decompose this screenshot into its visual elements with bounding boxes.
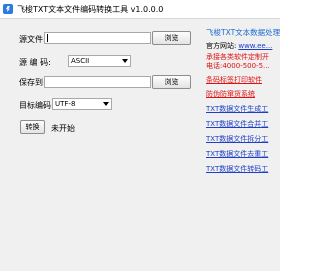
window-title: 飞梭TXT文本文件编码转换工具 v1.0.0.0 (17, 4, 164, 14)
app-window: 飞梭TXT文本文件编码转换工具 v1.0.0.0 源文件: 浏览 源 编 码: … (0, 0, 280, 271)
link-anti-counterfeit-system[interactable]: 防伪防窜货系统 (206, 89, 255, 99)
target-encoding-select[interactable]: UTF-8 (52, 98, 112, 110)
website-prefix: 官方网站: (206, 42, 237, 50)
convert-button[interactable]: 转换 (20, 120, 45, 134)
title-bar: 飞梭TXT文本文件编码转换工具 v1.0.0.0 (0, 0, 280, 18)
link-txt-merge-tool[interactable]: TXT数据文件合并工 (206, 119, 268, 129)
source-encoding-label: 源 编 码: (19, 58, 51, 67)
target-encoding-label: 目标编码: (19, 101, 54, 110)
promo-line-2: 电话:4000-500-5... (206, 62, 270, 70)
website-link[interactable]: www.ee... (238, 42, 272, 50)
side-panel: 飞梭TXT文本数据处理器 官方网站: www.ee... 承接各类软件定制开 电话… (202, 19, 280, 271)
side-header: 飞梭TXT文本数据处理器 (206, 28, 280, 37)
link-txt-dedupe-tool[interactable]: TXT数据文件去重工 (206, 149, 268, 159)
link-txt-transcode-tool[interactable]: TXT数据文件转码工 (206, 164, 268, 174)
source-encoding-value: ASCII (71, 57, 90, 65)
text-caret (47, 34, 48, 42)
save-to-label: 保存到: (19, 78, 46, 87)
app-logo-icon (3, 4, 13, 14)
source-encoding-select[interactable]: ASCII (68, 55, 131, 67)
chevron-down-icon (122, 59, 128, 63)
chevron-down-icon (103, 102, 109, 106)
link-barcode-label-software[interactable]: 条码标签打印软件 (206, 75, 262, 85)
browse-target-button[interactable]: 浏览 (152, 75, 191, 89)
save-to-input[interactable] (44, 76, 151, 88)
source-file-label: 源文件: (19, 35, 46, 44)
status-text: 未开始 (51, 124, 75, 133)
target-encoding-value: UTF-8 (55, 100, 76, 108)
client-area: 源文件: 浏览 源 编 码: ASCII 保存到: 浏览 目标编码: UTF-8… (0, 18, 280, 271)
browse-source-button[interactable]: 浏览 (152, 31, 191, 45)
link-txt-split-tool[interactable]: TXT数据文件拆分工 (206, 134, 268, 144)
link-txt-generate-tool[interactable]: TXT数据文件生成工 (206, 104, 268, 114)
source-file-input[interactable] (44, 32, 151, 44)
website-label: 官方网站: www.ee... (206, 41, 272, 51)
